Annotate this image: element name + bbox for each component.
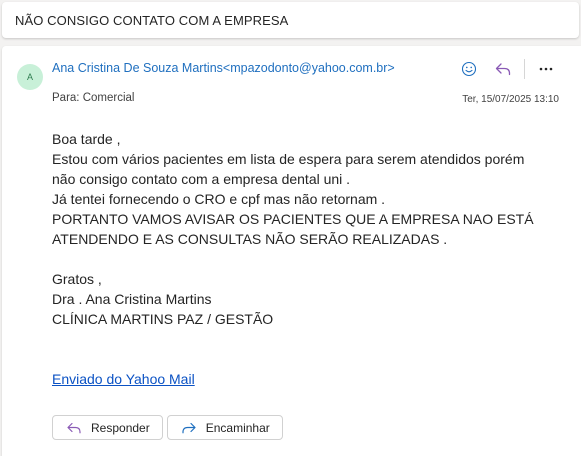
sender-name[interactable]: Ana Cristina De Souza Martins<mpazodonto… [52,61,395,75]
reply-button[interactable]: Responder [52,415,163,440]
body-line: Estou com vários pacientes em lista de e… [52,151,525,167]
reply-button-label: Responder [91,420,150,435]
signature-clinic: CLÍNICA MARTINS PAZ / GESTÃO [52,311,274,327]
to-label: Para: [52,92,80,104]
email-subject: NÃO CONSIGO CONTATO COM A EMPRESA [15,12,289,28]
body-thanks: Gratos , [52,271,102,287]
reply-arrow-icon [495,63,511,76]
forward-button[interactable]: Encaminhar [166,415,283,440]
reply-icon [66,421,82,435]
body-line: PORTANTO VAMOS AVISAR OS PACIENTES QUE A… [52,211,534,227]
forward-button-label: Encaminhar [205,420,270,435]
emoji-reaction-button[interactable] [456,58,482,80]
header-divider [524,59,525,79]
recipient-name[interactable]: Comercial [83,92,135,104]
body-greeting: Boa tarde , [52,131,121,147]
message-body: Boa tarde , Estou com vários pacientes e… [52,129,562,389]
sender-avatar[interactable]: A [17,64,43,90]
body-line: Já tentei fornecendo o CRO e cpf mas não… [52,191,386,207]
message-card: A Ana Cristina De Souza Martins<mpazodon… [2,46,581,456]
message-actions: Responder Encaminhar [52,415,287,440]
yahoo-mail-link[interactable]: Enviado do Yahoo Mail [52,371,195,387]
signature-name: Dra . Ana Cristina Martins [52,291,212,307]
more-options-icon [539,67,553,71]
recipient-line: Para: Comercial [52,92,134,104]
body-line: não consigo contato com a empresa dental… [52,171,351,187]
message-header-actions [456,58,559,80]
message-date: Ter, 15/07/2025 13:10 [462,94,559,105]
avatar-initial: A [26,72,33,82]
reply-icon-button[interactable] [490,58,516,80]
emoji-smile-icon [461,61,477,77]
subject-bar: NÃO CONSIGO CONTATO COM A EMPRESA [2,2,579,38]
more-options-button[interactable] [533,58,559,80]
forward-icon [181,421,197,435]
body-line: ATENDENDO E AS CONSULTAS NÃO SERÃO REALI… [52,231,448,247]
